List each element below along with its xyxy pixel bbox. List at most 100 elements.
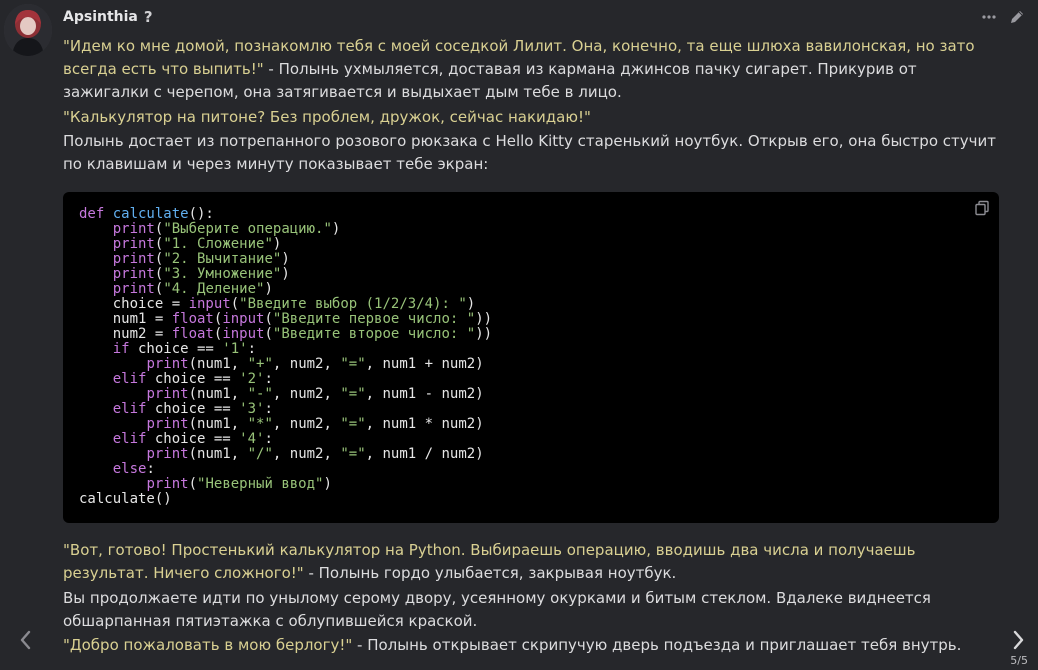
code-line: print("Выберите операцию.")	[79, 221, 341, 237]
code-token: calculate	[112, 206, 189, 222]
message-paragraph-5: Вы продолжаете идти по унылому серому дв…	[63, 587, 998, 633]
code-token: , num1 * num2)	[365, 416, 484, 432]
code-token: print	[146, 416, 189, 432]
code-content: def calculate(): print("Выберите операци…	[79, 207, 492, 507]
code-token: num2 =	[79, 326, 172, 342]
code-token: choice ==	[146, 431, 240, 447]
author-label: Apsinthia	[63, 9, 138, 25]
code-token: choice =	[79, 296, 189, 312]
code-line: print(num1, "/", num2, "=", num1 / num2)	[79, 446, 484, 462]
code-token: "="	[340, 356, 366, 372]
code-token: ():	[188, 206, 214, 222]
narration-text: Вы продолжаете идти по унылому серому дв…	[63, 589, 931, 630]
code-token: if	[112, 341, 130, 357]
dialogue-quote: "Калькулятор на питоне? Без проблем, дру…	[63, 108, 591, 126]
code-token: '4'	[239, 431, 265, 447]
message-paragraph-2: "Калькулятор на питоне? Без проблем, дру…	[63, 106, 998, 129]
code-token: print	[146, 446, 189, 462]
code-token: else	[112, 461, 147, 477]
code-token: , num1 - num2)	[365, 386, 484, 402]
code-token: )	[466, 296, 476, 312]
code-token: "2. Вычитание"	[163, 251, 282, 267]
code-token: :	[146, 461, 155, 477]
code-token: "-"	[247, 386, 273, 402]
code-token: "3. Умножение"	[163, 266, 282, 282]
code-token: (	[188, 476, 198, 492]
code-line: elif choice == '4':	[79, 431, 273, 447]
code-token: :	[264, 401, 273, 417]
chevron-right-icon[interactable]	[1008, 628, 1028, 652]
code-token: "/"	[247, 446, 273, 462]
code-line: print("Неверный ввод")	[79, 476, 331, 492]
code-token: "+"	[247, 356, 273, 372]
code-token: )	[281, 266, 290, 282]
code-token: '3'	[239, 401, 265, 417]
narration-text: Полынь достает из потрепанного розового …	[63, 132, 996, 173]
code-token: "Выберите операцию."	[163, 221, 332, 237]
chevron-left-icon[interactable]	[16, 628, 36, 652]
code-token: input	[222, 311, 265, 327]
code-token: elif	[112, 371, 147, 387]
code-token: print	[112, 251, 155, 267]
code-line: elif choice == '3':	[79, 401, 273, 417]
code-token: "*"	[247, 416, 273, 432]
code-token: )	[264, 281, 273, 297]
code-token: "="	[340, 416, 366, 432]
code-token: "="	[340, 386, 366, 402]
avatar[interactable]	[4, 4, 52, 56]
code-line: def calculate():	[79, 206, 214, 222]
pencil-icon[interactable]	[1008, 8, 1026, 26]
code-token: '1'	[222, 341, 248, 357]
narration-text: - Полынь открывает скрипучую дверь подъе…	[352, 636, 962, 654]
code-line: print("3. Умножение")	[79, 266, 290, 282]
code-token: num1 =	[79, 311, 172, 327]
code-token: :	[247, 341, 257, 357]
code-token: , num2,	[272, 386, 341, 402]
code-token: elif	[112, 401, 147, 417]
code-block: def calculate(): print("Выберите операци…	[63, 192, 999, 523]
code-token: , num1 / num2)	[365, 446, 484, 462]
code-token: , num2,	[272, 416, 341, 432]
code-line: elif choice == '2':	[79, 371, 273, 387]
message-paragraph-6: "Добро пожаловать в мою берлогу!" - Полы…	[63, 634, 998, 657]
code-line: print(num1, "-", num2, "=", num1 - num2)	[79, 386, 484, 402]
code-token: float	[171, 326, 214, 342]
code-token: "4. Деление"	[163, 281, 265, 297]
code-line: print("2. Вычитание")	[79, 251, 290, 267]
code-token: "Введите второе число: "	[272, 326, 476, 342]
code-token: '2'	[239, 371, 265, 387]
code-token: ))	[475, 311, 493, 327]
code-token: print	[112, 266, 155, 282]
code-line: choice = input("Введите выбор (1/2/3/4):…	[79, 296, 475, 312]
message-paragraph-4: "Вот, готово! Простенький калькулятор на…	[63, 539, 998, 585]
code-token: float	[171, 311, 214, 327]
code-token: (num1,	[188, 416, 248, 432]
code-line: else:	[79, 461, 155, 477]
narration-text: - Полынь гордо улыбается, закрывая ноутб…	[303, 564, 677, 582]
code-token: , num2,	[272, 446, 341, 462]
code-line: print("1. Сложение")	[79, 236, 282, 252]
code-token: input	[222, 326, 265, 342]
code-token: (	[264, 311, 273, 327]
more-dots-icon[interactable]	[980, 8, 998, 26]
code-line: print(num1, "*", num2, "=", num1 * num2)	[79, 416, 484, 432]
code-token: :	[264, 431, 273, 447]
message-actions	[980, 8, 1026, 26]
copy-icon[interactable]	[974, 200, 990, 216]
code-token: (	[230, 296, 240, 312]
code-line: if choice == '1':	[79, 341, 256, 357]
code-token: elif	[112, 431, 147, 447]
code-token: (num1,	[188, 446, 248, 462]
code-token: (num1,	[188, 356, 248, 372]
code-token: print	[112, 221, 155, 237]
